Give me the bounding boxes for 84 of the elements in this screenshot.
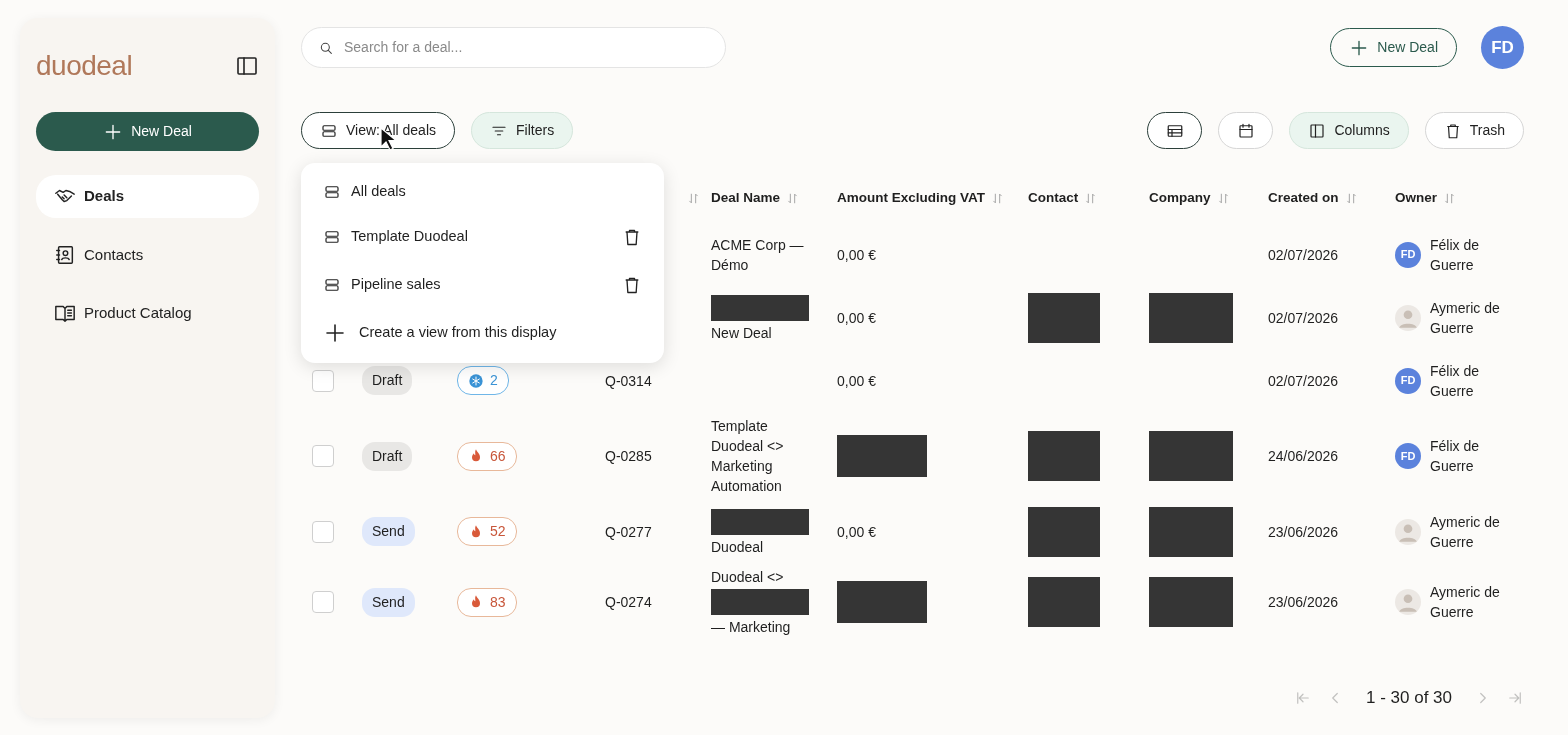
deal-name: ACME Corp — Démo xyxy=(711,235,805,275)
quote-number: Q-0277 xyxy=(605,522,652,542)
owner-name: Félix de Guerre xyxy=(1430,437,1481,476)
plus-icon xyxy=(323,321,347,345)
calendar-button[interactable] xyxy=(1218,112,1274,149)
status-tag: Draft xyxy=(362,441,413,471)
rows-icon xyxy=(323,276,341,294)
column-header[interactable]: Created on xyxy=(1268,187,1339,209)
sidebar-item[interactable]: Contacts xyxy=(36,233,259,276)
row-checkbox[interactable] xyxy=(312,445,334,467)
menu-item[interactable]: Pipeline sales xyxy=(351,274,612,296)
columns-icon xyxy=(1308,121,1327,140)
sidebar-item[interactable]: Deals xyxy=(36,175,259,218)
column-header[interactable]: Deal Name xyxy=(711,187,781,209)
trash-button[interactable]: Trash xyxy=(1424,112,1524,149)
created-date: 23/06/2026 xyxy=(1268,593,1339,612)
column-header[interactable]: Company xyxy=(1149,187,1211,209)
owner-avatar: FD xyxy=(1395,443,1421,469)
pagination-label: 1 - 30 of 30 xyxy=(1365,687,1453,709)
score-value: 83 xyxy=(490,592,506,612)
owner-avatar: FD xyxy=(1395,241,1421,268)
status-tag: Draft xyxy=(362,366,413,395)
sort-icon[interactable] xyxy=(687,191,700,205)
column-header[interactable]: Contact xyxy=(1028,187,1079,209)
amount: 0,00 € xyxy=(837,245,876,265)
sort-icon[interactable] xyxy=(786,191,800,205)
avatar-icon xyxy=(1395,589,1421,615)
quote-number: Q-0314 xyxy=(605,371,652,391)
created-date: 02/07/2026 xyxy=(1268,371,1339,391)
search-field[interactable]: Search for a deal... xyxy=(342,36,709,59)
sort-icon[interactable] xyxy=(1344,191,1358,205)
row-checkbox[interactable] xyxy=(312,591,334,613)
quote-number: Q-0274 xyxy=(605,593,652,612)
column-header[interactable]: Owner xyxy=(1395,187,1437,209)
search-bar[interactable]: Search for a deal... xyxy=(301,27,726,68)
column-header[interactable]: Amount Excluding VAT xyxy=(837,187,985,209)
menu-item[interactable]: All deals xyxy=(351,181,642,203)
avatar-icon xyxy=(1395,304,1421,331)
rows-icon xyxy=(323,183,341,201)
user-avatar[interactable]: FD xyxy=(1481,26,1524,69)
create-view-item[interactable]: Create a view from this display xyxy=(359,322,557,344)
new-deal-button[interactable]: New Deal xyxy=(36,112,259,151)
deal-name: New Deal xyxy=(711,323,773,343)
columns-button[interactable]: Columns xyxy=(1289,112,1409,149)
owner-name: Aymeric de Guerre xyxy=(1430,583,1501,622)
deal-name: Duodeal xyxy=(711,537,765,557)
score-value: 52 xyxy=(490,522,506,541)
score-value: 66 xyxy=(490,446,506,466)
sidebar-toggle-icon[interactable] xyxy=(235,54,259,78)
sort-icon[interactable] xyxy=(1216,191,1230,205)
sidebar-item[interactable]: Product Catalog xyxy=(36,292,259,335)
created-date: 23/06/2026 xyxy=(1268,522,1339,542)
deal-name: Duodeal <> xyxy=(711,568,785,587)
owner-name: Aymeric de Guerre xyxy=(1430,512,1501,552)
owner-name: Aymeric de Guerre xyxy=(1430,298,1501,338)
row-checkbox[interactable] xyxy=(312,520,334,543)
contact-book-icon xyxy=(54,243,76,266)
deal-name: Template Duodeal <> Marketing Automation xyxy=(711,417,785,496)
owner-name: Félix de Guerre xyxy=(1430,235,1481,275)
filters-button[interactable]: Filters xyxy=(471,112,574,149)
table-view-button[interactable] xyxy=(1147,112,1203,149)
deal-name: — Marketing xyxy=(711,618,792,637)
created-date: 02/07/2026 xyxy=(1268,308,1339,328)
amount: 0,00 € xyxy=(837,308,876,328)
amount: 0,00 € xyxy=(837,371,876,391)
snowflake-icon xyxy=(468,372,484,389)
status-tag: Send xyxy=(362,587,415,617)
created-date: 24/06/2026 xyxy=(1268,447,1339,466)
sort-icon[interactable] xyxy=(1443,191,1456,205)
calendar-icon xyxy=(1236,121,1255,140)
avatar-icon xyxy=(1395,518,1421,545)
sort-icon[interactable] xyxy=(991,191,1004,205)
sort-icon[interactable] xyxy=(1084,191,1098,205)
status-tag: Send xyxy=(362,517,415,546)
created-date: 02/07/2026 xyxy=(1268,245,1339,265)
owner-name: Félix de Guerre xyxy=(1430,361,1481,401)
amount: 0,00 € xyxy=(837,522,876,542)
quote-number: Q-0285 xyxy=(605,447,652,466)
menu-item[interactable]: Template Duodeal xyxy=(351,226,612,248)
owner-avatar: FD xyxy=(1395,367,1421,394)
logo: duodeal xyxy=(36,52,133,80)
score-value: 2 xyxy=(490,371,498,390)
row-checkbox[interactable] xyxy=(312,369,334,392)
rows-icon xyxy=(323,228,341,246)
